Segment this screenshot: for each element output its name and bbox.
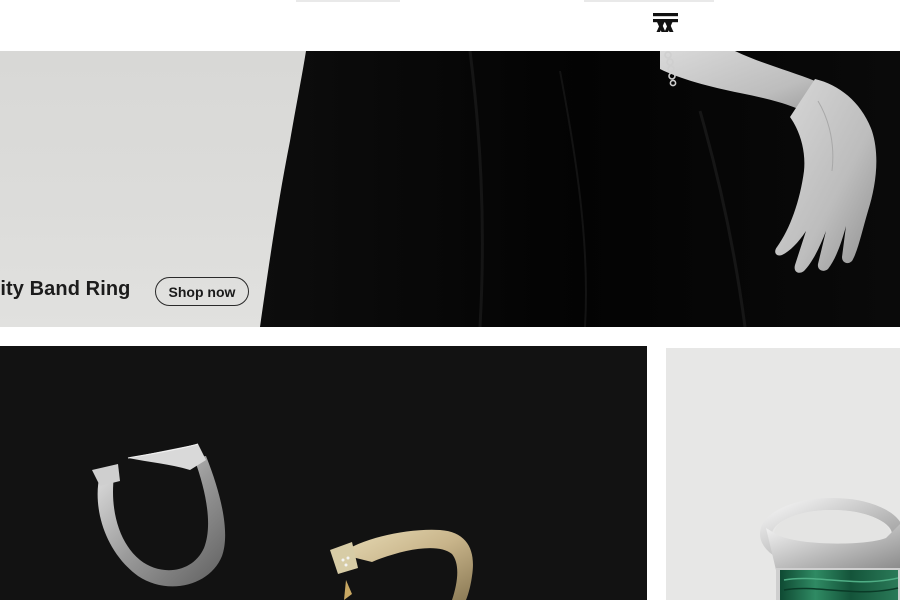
site-header [0,0,900,51]
brand-logo-icon[interactable] [652,12,679,34]
product-tile-rings-dark[interactable] [0,346,647,600]
hero-model-image [260,51,900,327]
shop-now-button[interactable]: Shop now [155,277,249,306]
header-divider [584,0,714,2]
product-tile-signet-ring[interactable] [666,348,900,600]
page: nity Band Ring Shop now [0,0,900,600]
open-rings-image [92,443,473,600]
header-divider [296,0,400,2]
hero-title: nity Band Ring [0,278,131,300]
hero-banner [0,51,900,327]
malachite-signet-ring-image [760,498,900,600]
